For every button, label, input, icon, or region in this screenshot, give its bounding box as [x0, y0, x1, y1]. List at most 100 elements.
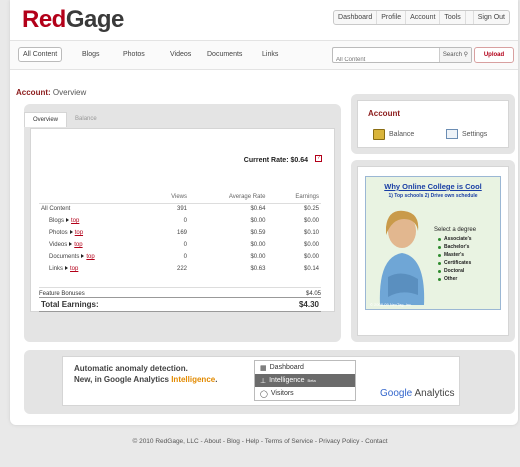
row-label-cell: Videos top — [39, 239, 151, 251]
rate-info-icon[interactable]: ? — [315, 155, 322, 162]
degree-label: Other — [444, 276, 458, 282]
expand-arrow-icon[interactable] — [65, 266, 69, 270]
degree-item[interactable]: Certificates — [438, 260, 476, 266]
expand-arrow-icon[interactable] — [66, 218, 70, 222]
row-earnings: $0.25 — [303, 206, 319, 213]
row-views: 169 — [176, 230, 187, 236]
row-rate: $0.00 — [250, 254, 266, 260]
college-ad[interactable]: Why Online College is Cool 1) Top school… — [365, 176, 501, 310]
ad-title[interactable]: Why Online College is Cool — [366, 182, 500, 191]
top-nav: Dashboard Profile Account Tools Sign Out — [333, 10, 510, 25]
ga-menu-visitors[interactable]: ◯ Visitors — [255, 387, 355, 400]
row-views: 0 — [183, 254, 187, 260]
nav-dashboard[interactable]: Dashboard — [334, 11, 376, 24]
breadcrumb-page: Overview — [52, 88, 87, 97]
ga-intel-word: Intelligence — [171, 375, 216, 384]
expand-arrow-icon[interactable] — [69, 242, 73, 246]
row-rate: $0.00 — [250, 242, 266, 248]
bullet-icon — [438, 237, 441, 241]
ga-menu-dashboard[interactable]: ▦ Dashboard — [255, 361, 355, 374]
degree-label: Associate's — [444, 236, 472, 242]
ga-line-2-end: . — [215, 375, 218, 384]
bullet-icon — [438, 261, 441, 265]
top-link[interactable]: top — [74, 242, 82, 248]
bullet-icon — [438, 269, 441, 273]
analytics-wordmark: Analytics — [412, 388, 455, 399]
expand-arrow-icon[interactable] — [81, 254, 85, 258]
col-header-label — [39, 191, 151, 204]
tab-balance[interactable]: Balance — [67, 112, 105, 127]
row-label: Links — [49, 266, 64, 272]
ga-menu-label: Visitors — [270, 390, 294, 397]
settings-link[interactable]: Settings — [446, 129, 487, 139]
col-header-earnings: Earnings — [267, 191, 321, 204]
expand-arrow-icon[interactable] — [69, 230, 73, 234]
cat-documents[interactable]: Documents — [207, 51, 242, 58]
top-link[interactable]: top — [71, 218, 79, 224]
cat-links[interactable]: Links — [262, 51, 278, 58]
breadcrumb-section: Account: — [16, 88, 51, 97]
person-icon: ◯ — [260, 390, 268, 398]
search-button[interactable]: Search ⚲ — [438, 48, 471, 62]
row-views: 0 — [183, 242, 187, 248]
degree-item[interactable]: Bachelor's — [438, 244, 476, 250]
degree-heading: Select a degree — [434, 227, 477, 233]
degree-item[interactable]: Associate's — [438, 236, 476, 242]
degree-label: Master's — [444, 252, 465, 258]
footer-links[interactable]: © 2010 RedGage, LLC - About - Blog - Hel… — [0, 438, 520, 445]
account-box: Account Balance Settings — [357, 100, 509, 148]
search-icon: ⚲ — [463, 52, 468, 58]
total-value: $4.30 — [298, 300, 319, 309]
nav-separator — [464, 11, 473, 24]
nav-sign-out[interactable]: Sign Out — [472, 11, 509, 24]
col-header-rate: Average Rate — [189, 191, 268, 204]
row-views: 0 — [183, 218, 187, 224]
category-bar: All Content Blogs Photos Videos Document… — [10, 40, 518, 70]
row-rate: $0.63 — [250, 266, 266, 272]
upload-button[interactable]: Upload — [474, 47, 514, 63]
feature-bonuses-row: Feature Bonuses $4.05 — [39, 287, 321, 297]
nav-profile[interactable]: Profile — [376, 11, 405, 24]
search-input[interactable] — [333, 53, 423, 67]
row-earnings: $0.10 — [303, 230, 319, 236]
row-label-cell: Documents top — [39, 251, 151, 263]
nav-tools[interactable]: Tools — [439, 11, 464, 24]
row-label-cell: Blogs top — [39, 215, 151, 227]
top-link[interactable]: top — [75, 230, 83, 236]
row-views: 391 — [176, 206, 187, 213]
degree-label: Doctoral — [444, 268, 465, 274]
degree-item[interactable]: Doctoral — [438, 268, 476, 274]
table-row: Documents top 0 $0.00 $0.00 — [39, 251, 321, 263]
balance-link[interactable]: Balance — [373, 129, 414, 140]
account-title: Account — [368, 109, 400, 118]
row-views: 222 — [176, 266, 187, 272]
row-earnings: $0.00 — [303, 242, 319, 248]
cat-photos[interactable]: Photos — [123, 51, 145, 58]
top-link[interactable]: top — [70, 266, 78, 272]
cat-all-content[interactable]: All Content — [18, 47, 63, 62]
redgage-logo[interactable]: RedGage — [22, 6, 124, 34]
table-row: Videos top 0 $0.00 $0.00 — [39, 239, 321, 251]
row-label: All Content — [41, 206, 71, 213]
degree-item[interactable]: Other — [438, 276, 476, 282]
col-header-views: Views — [150, 191, 189, 204]
tab-bar: Overview Balance — [24, 112, 105, 127]
bullet-icon — [438, 245, 441, 249]
top-link[interactable]: top — [86, 254, 94, 260]
logo-gray: Gage — [65, 6, 125, 33]
tab-overview[interactable]: Overview — [24, 112, 68, 127]
logo-red: Red — [22, 6, 66, 33]
cat-videos[interactable]: Videos — [170, 51, 191, 58]
ga-banner-text: Automatic anomaly detection. New, in Goo… — [74, 363, 217, 385]
ga-menu-intelligence[interactable]: ⊥ Intelligence Beta — [255, 374, 355, 387]
ga-line-2: New, in Google Analytics Intelligence. — [74, 374, 217, 385]
bullet-icon — [438, 253, 441, 257]
google-wordmark: Google — [380, 388, 413, 399]
chart-icon: ⊥ — [260, 377, 267, 385]
settings-icon — [446, 129, 458, 139]
breadcrumb: Account: Overview — [16, 88, 86, 97]
settings-label: Settings — [462, 130, 488, 138]
nav-account[interactable]: Account — [405, 11, 439, 24]
degree-item[interactable]: Master's — [438, 252, 476, 258]
cat-blogs[interactable]: Blogs — [82, 51, 100, 58]
